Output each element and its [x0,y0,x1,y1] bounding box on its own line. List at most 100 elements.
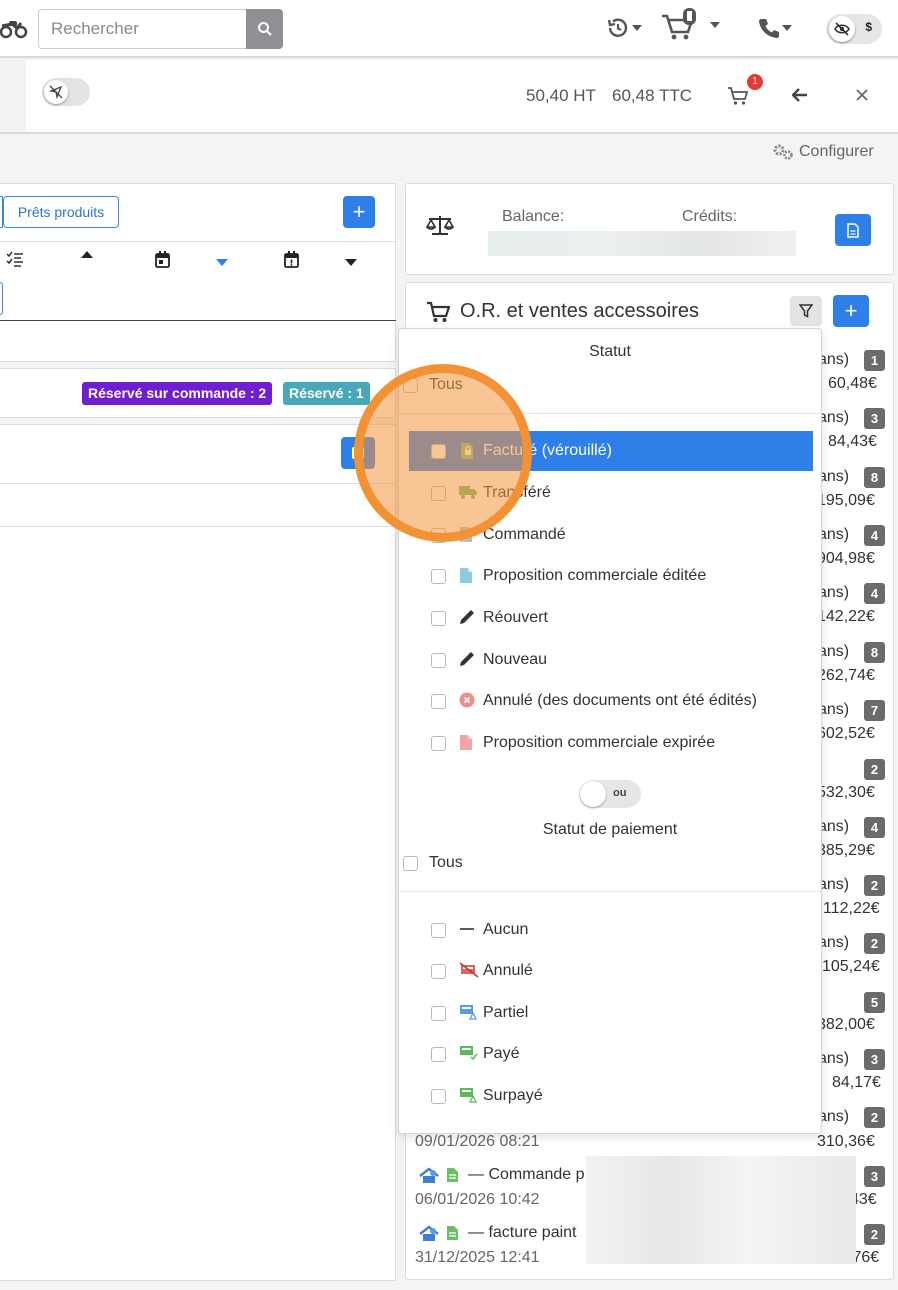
add-order-button[interactable]: + [833,295,869,327]
status-option-invoiced-locked[interactable]: Facturé (vérouillé) [409,431,813,471]
checkbox[interactable] [431,486,446,501]
checkbox[interactable] [431,736,446,751]
status-option-proposal-expired[interactable]: Proposition commerciale expirée [409,723,813,763]
balance-scale-icon [426,214,454,236]
checkbox[interactable] [431,1089,446,1104]
search-input[interactable] [38,9,248,49]
payment-all-option[interactable]: Tous [403,853,603,875]
count-badge: 4 [864,583,885,604]
and-or-toggle[interactable]: ou [579,780,641,808]
order-amount: 385,29€ [817,842,875,859]
checkbox[interactable] [431,964,446,979]
left-content-area [0,527,396,1281]
cart-icon[interactable] [727,86,749,106]
checkbox[interactable] [431,694,446,709]
caret-down-icon [632,24,642,32]
payment-option-partial[interactable]: Partiel [409,993,813,1033]
statement-button[interactable] [835,214,871,246]
payment-status-heading: Statut de paiement [542,821,678,838]
compass-slash-icon [44,80,68,104]
invoice-lock-icon [459,442,475,460]
document-toolbar: 50,40 HT 60,48 TTC [0,60,898,134]
list-check-icon[interactable] [6,251,24,267]
option-label: Surpayé [483,1087,543,1104]
tab-product-loans[interactable]: Prêts produits [3,196,119,228]
sort-up-icon[interactable] [81,251,93,259]
order-amount: 105,24€ [822,958,880,975]
left-edge-panel [0,60,26,132]
option-label: Proposition commerciale éditée [483,567,707,584]
checkbox[interactable] [403,856,418,871]
status-option-new[interactable]: Nouveau [409,640,813,680]
privacy-mode-toggle[interactable]: $ [826,14,882,44]
order-label: ans) [818,934,850,951]
cart-menu-dropdown[interactable] [660,8,720,42]
motorcycle-logo-icon[interactable] [0,14,28,42]
document-grey-icon [459,526,475,544]
option-label: Partiel [483,1004,529,1021]
status-option-reopened[interactable]: Réouvert [409,598,813,638]
payment-option-paid[interactable]: Payé [409,1034,813,1074]
order-label: ans) [818,701,850,718]
count-badge: 8 [864,467,885,488]
checkbox[interactable] [431,653,446,668]
history-dropdown[interactable] [606,16,642,40]
option-label: Annulé (des documents ont été édités) [483,692,757,709]
sort-down-icon-active[interactable] [216,258,228,266]
count-badge: 2 [864,1107,885,1128]
orders-title: O.R. et ventes accessoires [460,300,699,322]
checkbox[interactable] [403,378,418,393]
sort-down-icon[interactable] [345,258,357,266]
status-all-label: Tous [429,376,463,393]
checkbox[interactable] [431,611,446,626]
search-button[interactable] [246,9,283,49]
add-loan-button[interactable]: + [343,196,375,228]
checkbox[interactable] [431,1047,446,1062]
payment-option-cancelled[interactable]: Annulé [409,951,813,991]
filter-input[interactable] [0,282,3,315]
navigation-toggle[interactable] [42,78,90,106]
secondary-panel [0,424,396,527]
privacy-toggle-label: $ [865,20,872,34]
cart-with-device-icon [660,8,700,42]
payment-paid-icon [459,1045,479,1063]
configure-link[interactable]: Configurer [772,143,874,161]
status-option-proposal-edited[interactable]: Proposition commerciale éditée [409,556,813,596]
status-option-ordered[interactable]: Commandé [409,515,813,555]
option-label: Réouvert [483,609,548,626]
pencil-icon [459,609,475,627]
back-arrow-icon[interactable] [792,88,808,102]
balance-panel: Balance: Crédits: [405,183,894,275]
phone-icon [758,17,780,39]
pencil-icon [459,651,475,669]
order-amount: 382,00€ [817,1016,875,1033]
top-navbar: $ [0,0,898,58]
checkbox[interactable] [431,528,446,543]
cart-count-badge: 1 [747,74,763,90]
divider [0,320,396,321]
order-amount: 142,22€ [817,608,875,625]
count-badge: 3 [864,408,885,429]
payment-option-overpaid[interactable]: Surpayé [409,1076,813,1116]
filter-button[interactable] [790,296,822,326]
status-all-option[interactable]: Tous [403,375,603,397]
status-option-cancelled-docs[interactable]: Annulé (des documents ont été édités) [409,681,813,721]
divider [399,891,821,892]
option-label: Transféré [483,484,551,501]
close-icon[interactable] [856,89,868,101]
status-option-transferred[interactable]: Transféré [409,473,813,513]
panel-action-button[interactable] [341,437,375,469]
order-label: ans) [818,468,850,485]
phone-dropdown[interactable] [758,17,792,39]
count-badge: 1 [864,350,885,371]
checkbox[interactable] [431,444,446,459]
checkbox[interactable] [431,1006,446,1021]
balance-label: Balance: [502,208,565,225]
order-date: 31/12/2025 12:41 [415,1249,540,1266]
checkbox[interactable] [431,923,446,938]
calendar-alert-icon[interactable] [284,251,299,268]
order-amount: 602,52€ [817,725,875,742]
payment-option-none[interactable]: Aucun [409,910,813,950]
checkbox[interactable] [431,569,446,584]
calendar-icon[interactable] [155,251,170,268]
